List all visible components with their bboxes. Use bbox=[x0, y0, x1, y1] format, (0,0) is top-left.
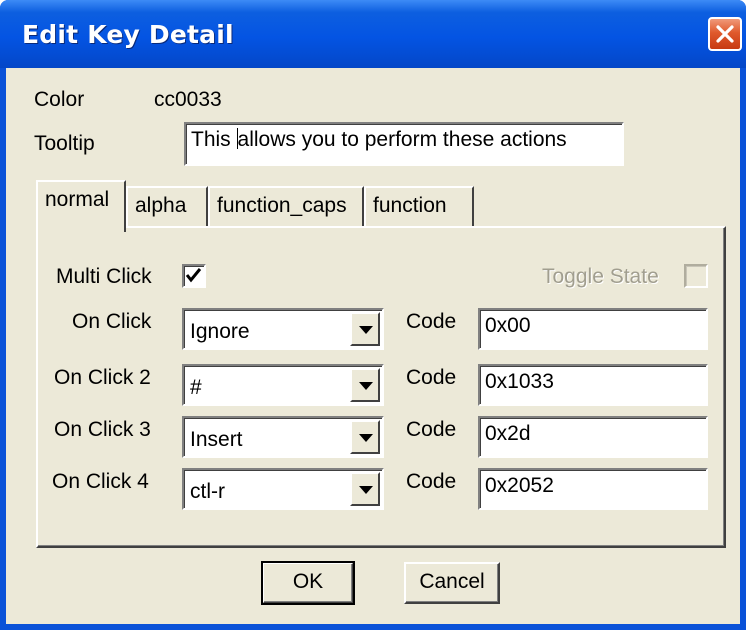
code-label-3: Code bbox=[406, 418, 457, 441]
tab-function-caps[interactable]: function_caps bbox=[208, 186, 364, 228]
on-click-4-label: On Click 4 bbox=[52, 470, 149, 493]
code-field-1[interactable]: 0x00 bbox=[478, 308, 708, 350]
chevron-down-icon bbox=[359, 434, 373, 442]
on-click-2-select[interactable]: # bbox=[182, 364, 384, 406]
toggle-state-checkbox bbox=[684, 264, 708, 288]
code-field-3[interactable]: 0x2d bbox=[478, 416, 708, 458]
tab-alpha[interactable]: alpha bbox=[126, 186, 208, 228]
code-label-4: Code bbox=[406, 470, 457, 493]
dialog-body: Color cc0033 Tooltip This allows you to … bbox=[6, 68, 740, 624]
cancel-button[interactable]: Cancel bbox=[404, 562, 500, 604]
on-click-3-select[interactable]: Insert bbox=[182, 416, 384, 458]
chevron-down-icon bbox=[359, 382, 373, 390]
close-icon bbox=[716, 25, 734, 43]
on-click-4-value: ctl-r bbox=[190, 480, 225, 503]
color-label: Color bbox=[34, 88, 85, 111]
tab-alpha-label: alpha bbox=[135, 194, 187, 217]
color-value: cc0033 bbox=[154, 88, 222, 111]
on-click-2-dropdown-button[interactable] bbox=[350, 368, 380, 402]
tooltip-input[interactable]: This allows you to perform these actions bbox=[184, 122, 624, 166]
tooltip-label: Tooltip bbox=[34, 132, 95, 155]
ok-button[interactable]: OK bbox=[261, 561, 355, 605]
code-label-1: Code bbox=[406, 310, 457, 333]
on-click-3-value: Insert bbox=[190, 428, 243, 451]
chevron-down-icon bbox=[359, 486, 373, 494]
tab-function-label: function bbox=[373, 194, 447, 217]
checkmark-icon bbox=[185, 268, 202, 283]
dialog-window: Edit Key Detail Color cc0033 Tooltip Thi… bbox=[0, 0, 746, 630]
code-field-2[interactable]: 0x1033 bbox=[478, 364, 708, 406]
on-click-dropdown-button[interactable] bbox=[350, 312, 380, 346]
code-label-2: Code bbox=[406, 366, 457, 389]
on-click-2-label: On Click 2 bbox=[54, 366, 151, 389]
on-click-3-dropdown-button[interactable] bbox=[350, 420, 380, 454]
multi-click-checkbox[interactable] bbox=[182, 264, 206, 288]
title-bar[interactable]: Edit Key Detail bbox=[0, 0, 746, 68]
window-title: Edit Key Detail bbox=[22, 20, 234, 49]
on-click-select[interactable]: Ignore bbox=[182, 308, 384, 350]
multi-click-label: Multi Click bbox=[56, 265, 152, 288]
tab-normal[interactable]: normal bbox=[36, 180, 126, 232]
tab-function-caps-label: function_caps bbox=[217, 194, 347, 217]
tooltip-text-start: This bbox=[191, 128, 237, 151]
on-click-4-dropdown-button[interactable] bbox=[350, 472, 380, 506]
tooltip-text-end: allows you to perform these actions bbox=[237, 128, 567, 151]
code-field-4[interactable]: 0x2052 bbox=[478, 468, 708, 510]
on-click-2-value: # bbox=[190, 376, 202, 399]
chevron-down-icon bbox=[359, 326, 373, 334]
on-click-3-label: On Click 3 bbox=[54, 418, 151, 441]
close-button[interactable] bbox=[708, 17, 742, 51]
toggle-state-label: Toggle State bbox=[542, 265, 659, 288]
on-click-label: On Click bbox=[72, 310, 152, 333]
tab-normal-label: normal bbox=[45, 188, 110, 211]
tab-function[interactable]: function bbox=[364, 186, 474, 228]
on-click-value: Ignore bbox=[190, 320, 250, 343]
on-click-4-select[interactable]: ctl-r bbox=[182, 468, 384, 510]
